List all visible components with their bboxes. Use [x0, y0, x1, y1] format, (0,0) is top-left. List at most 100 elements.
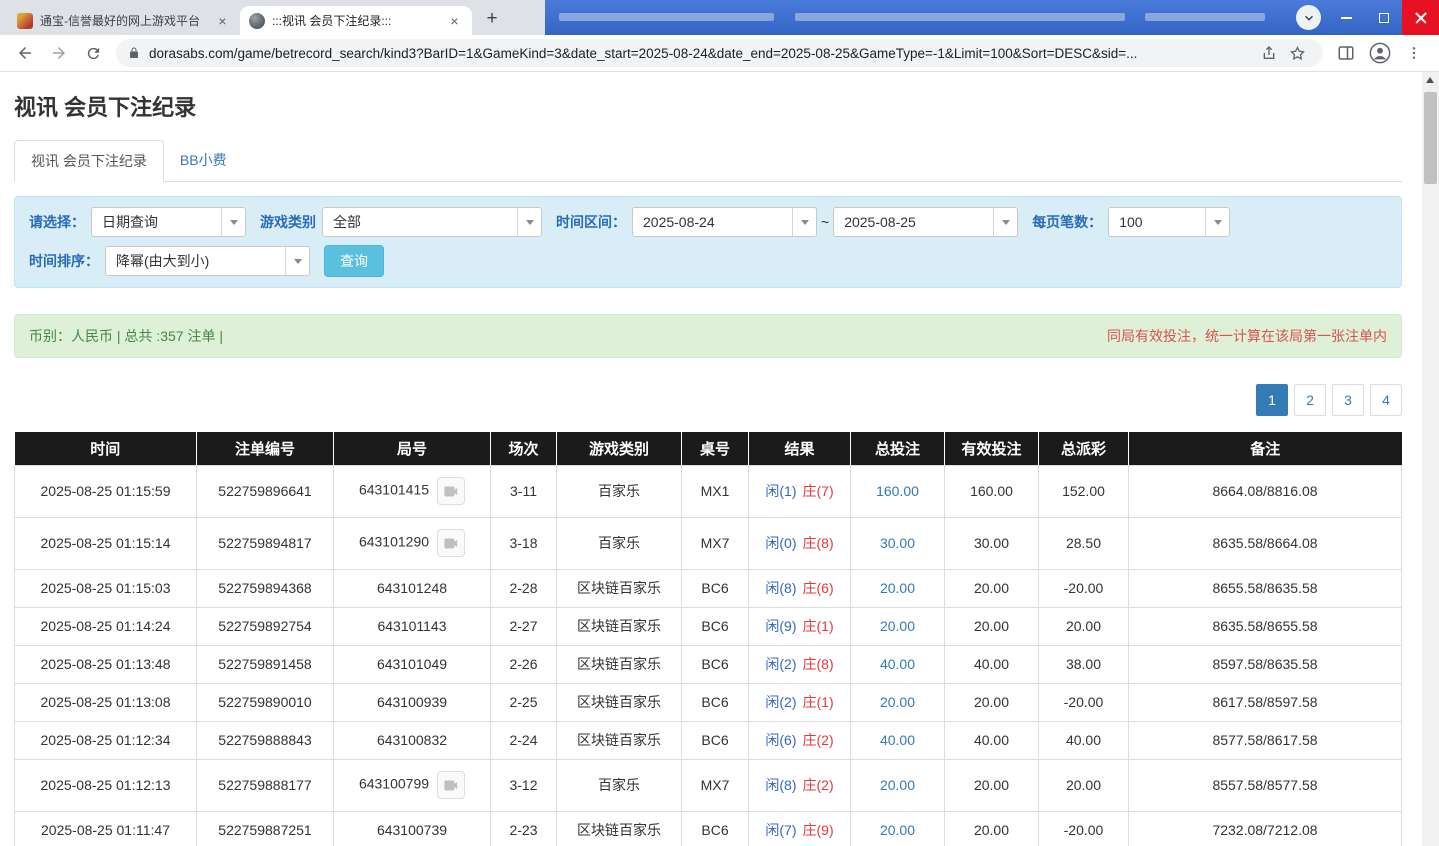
- cell-remark: 8557.58/8577.58: [1129, 759, 1402, 811]
- cell-valid-bet: 30.00: [945, 517, 1039, 569]
- background-window-artifact: [795, 13, 1125, 21]
- result-player: 闲(7): [765, 822, 796, 838]
- cell-valid-bet: 40.00: [945, 645, 1039, 683]
- back-icon[interactable]: [10, 38, 40, 68]
- cell-total-bet: 160.00: [851, 465, 945, 517]
- lock-icon: [128, 46, 140, 60]
- cell-bet-id: 522759896641: [197, 465, 334, 517]
- new-tab-button[interactable]: +: [478, 5, 506, 33]
- cell-game-type: 百家乐: [557, 465, 682, 517]
- page-button-4[interactable]: 4: [1370, 384, 1402, 416]
- search-button[interactable]: 查询: [324, 245, 384, 277]
- result-banker: 庄(2): [803, 777, 834, 793]
- cell-bet-id: 522759888177: [197, 759, 334, 811]
- cell-round-id: 643101049: [334, 645, 491, 683]
- cell-round-id: 643101143: [334, 607, 491, 645]
- chevron-down-icon: [285, 247, 309, 275]
- url-text[interactable]: dorasabs.com/game/betrecord_search/kind3…: [149, 46, 1255, 61]
- total-bet-link[interactable]: 20.00: [880, 694, 915, 710]
- total-bet-link[interactable]: 20.00: [880, 580, 915, 596]
- tab-title: :::视讯 会员下注纪录:::: [272, 12, 439, 29]
- browser-tab-2-active[interactable]: :::视讯 会员下注纪录::: ×: [240, 6, 472, 35]
- close-icon[interactable]: [1402, 0, 1439, 35]
- table-row: 2025-08-25 01:11:47522759887251643100739…: [15, 811, 1402, 846]
- video-replay-button[interactable]: [437, 477, 465, 505]
- refresh-icon[interactable]: [78, 38, 108, 68]
- cell-round-id: 643101415: [334, 465, 491, 517]
- tab-bb-tip[interactable]: BB小费: [164, 140, 243, 181]
- minimize-icon[interactable]: [1328, 0, 1365, 35]
- result-player: 闲(8): [765, 777, 796, 793]
- round-id-text: 643100832: [377, 732, 447, 748]
- chevron-down-icon: [792, 208, 816, 236]
- tab-search-chevron-icon[interactable]: [1296, 5, 1321, 30]
- result-banker: 庄(8): [803, 656, 834, 672]
- video-replay-button[interactable]: [437, 529, 465, 557]
- cell-session: 2-23: [491, 811, 557, 846]
- query-mode-select[interactable]: 日期查询: [91, 207, 246, 237]
- scrollbar-up-arrow-icon[interactable]: [1426, 77, 1434, 83]
- page-button-1[interactable]: 1: [1256, 384, 1288, 416]
- total-bet-link[interactable]: 20.00: [880, 822, 915, 838]
- cell-payout: -20.00: [1039, 683, 1129, 721]
- sort-select[interactable]: 降幂(由大到小): [105, 246, 310, 276]
- total-bet-link[interactable]: 20.00: [880, 618, 915, 634]
- url-bar[interactable]: dorasabs.com/game/betrecord_search/kind3…: [116, 39, 1323, 67]
- page-button-3[interactable]: 3: [1332, 384, 1364, 416]
- filter-label-date-range: 时间区间：: [556, 212, 626, 232]
- column-header: 备注: [1129, 432, 1402, 465]
- cell-result: 闲(0)庄(8): [749, 517, 851, 569]
- browser-tab-1[interactable]: 通宝-信誉最好的网上游戏平台 ×: [8, 6, 240, 35]
- tab-close-icon[interactable]: ×: [214, 12, 231, 29]
- cell-remark: 8664.08/8816.08: [1129, 465, 1402, 517]
- menu-kebab-icon[interactable]: [1399, 38, 1429, 68]
- cell-round-id: 643100832: [334, 721, 491, 759]
- page-size-select[interactable]: 100: [1108, 207, 1230, 237]
- cell-payout: 20.00: [1039, 607, 1129, 645]
- cell-time: 2025-08-25 01:13:08: [15, 683, 197, 721]
- result-player: 闲(2): [765, 694, 796, 710]
- cell-table-no: BC6: [682, 645, 749, 683]
- cell-time: 2025-08-25 01:11:47: [15, 811, 197, 846]
- cell-remark: 8655.58/8635.58: [1129, 569, 1402, 607]
- cell-game-type: 区块链百家乐: [557, 607, 682, 645]
- total-bet-link[interactable]: 160.00: [876, 483, 919, 499]
- cell-valid-bet: 20.00: [945, 607, 1039, 645]
- cell-game-type: 百家乐: [557, 517, 682, 569]
- cell-total-bet: 20.00: [851, 683, 945, 721]
- total-bet-link[interactable]: 30.00: [880, 535, 915, 551]
- column-header: 时间: [15, 432, 197, 465]
- cell-payout: 152.00: [1039, 465, 1129, 517]
- game-type-value: 全部: [323, 212, 517, 232]
- cell-valid-bet: 160.00: [945, 465, 1039, 517]
- total-bet-link[interactable]: 40.00: [880, 656, 915, 672]
- cell-round-id: 643101248: [334, 569, 491, 607]
- column-header: 桌号: [682, 432, 749, 465]
- avatar-icon[interactable]: [1365, 38, 1395, 68]
- date-end-select[interactable]: 2025-08-25: [833, 207, 1018, 237]
- total-bet-link[interactable]: 20.00: [880, 777, 915, 793]
- column-header: 总投注: [851, 432, 945, 465]
- total-bet-link[interactable]: 40.00: [880, 732, 915, 748]
- sort-value: 降幂(由大到小): [106, 251, 285, 271]
- star-icon[interactable]: [1285, 41, 1309, 65]
- browser-tab-strip: 通宝-信誉最好的网上游戏平台 × :::视讯 会员下注纪录::: × +: [0, 0, 1439, 35]
- column-header: 结果: [749, 432, 851, 465]
- page-button-2[interactable]: 2: [1294, 384, 1326, 416]
- video-replay-button[interactable]: [437, 771, 465, 799]
- maximize-icon[interactable]: [1365, 0, 1402, 35]
- share-icon[interactable]: [1257, 41, 1281, 65]
- cell-valid-bet: 20.00: [945, 683, 1039, 721]
- tab-close-icon[interactable]: ×: [446, 12, 463, 29]
- tab-bet-records[interactable]: 视讯 会员下注纪录: [14, 140, 164, 182]
- tab-favicon-icon: [249, 13, 265, 29]
- game-type-select[interactable]: 全部: [322, 207, 542, 237]
- cell-session: 2-28: [491, 569, 557, 607]
- scrollbar-thumb[interactable]: [1424, 92, 1437, 184]
- date-start-select[interactable]: 2025-08-24: [632, 207, 817, 237]
- filter-label-game-type: 游戏类别: [260, 212, 316, 232]
- forward-icon[interactable]: [44, 38, 74, 68]
- sidebar-panel-icon[interactable]: [1331, 38, 1361, 68]
- vertical-scrollbar[interactable]: [1422, 72, 1439, 846]
- cell-time: 2025-08-25 01:15:03: [15, 569, 197, 607]
